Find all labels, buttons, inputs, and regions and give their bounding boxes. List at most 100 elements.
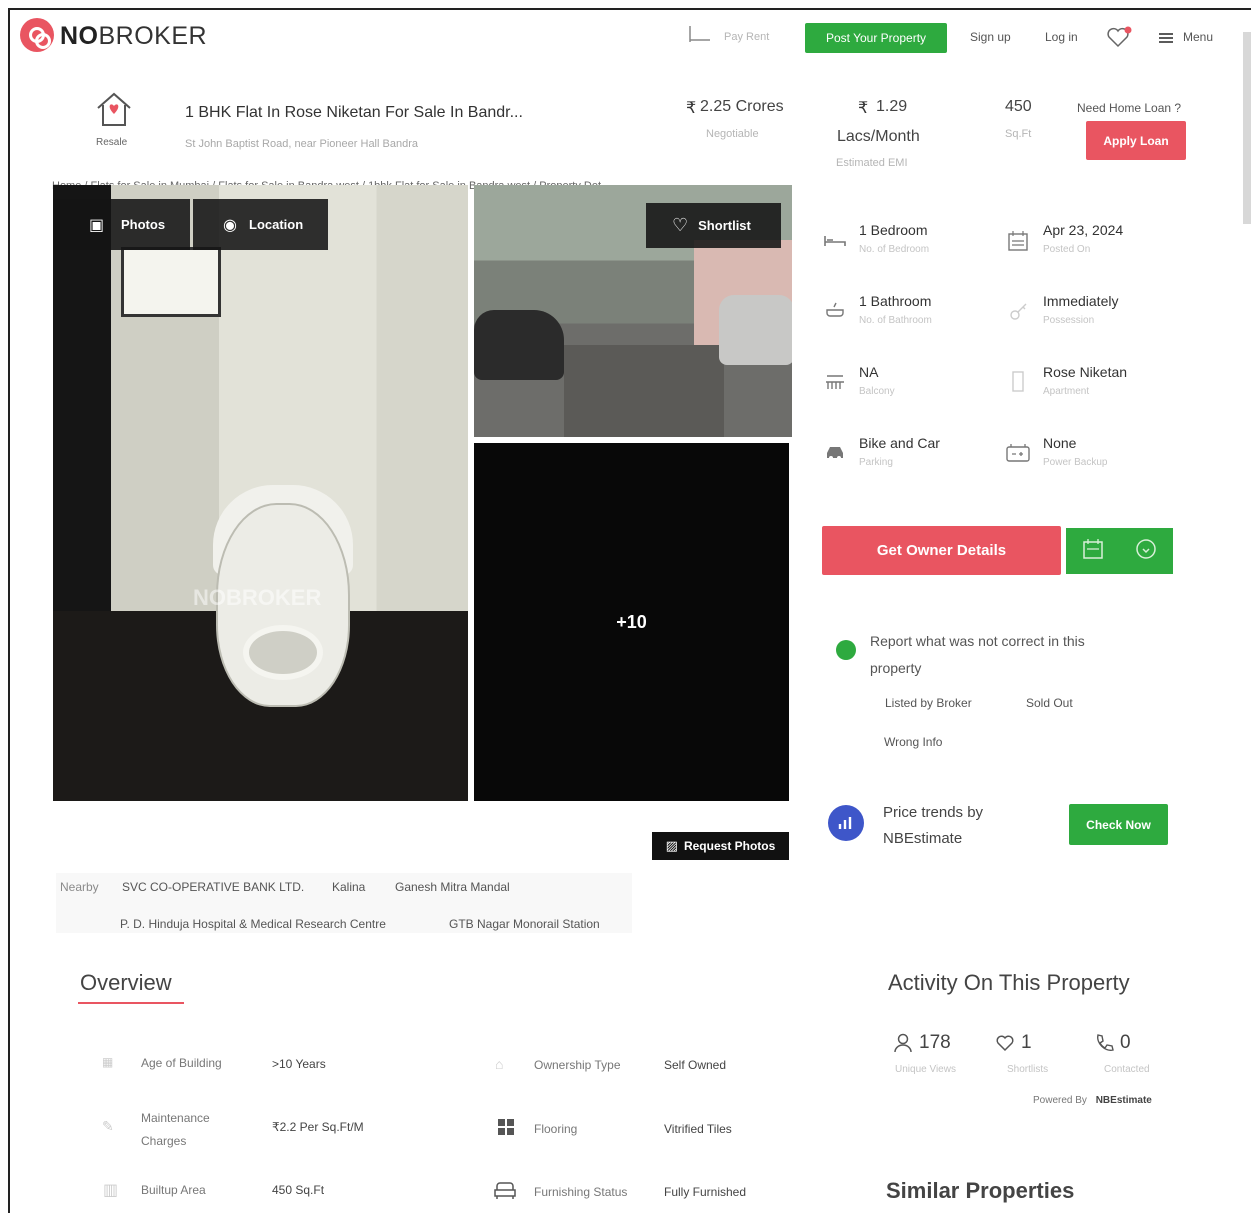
detail-apartment: Rose Niketan Apartment (1043, 364, 1127, 397)
photos-button[interactable]: ▣ Photos (53, 199, 190, 250)
price-trends-text: Price trends by NBEstimate (883, 800, 983, 852)
detail-balcony: NA Balcony (859, 364, 895, 397)
overview-underline (78, 1002, 184, 1004)
favorites-icon[interactable] (1106, 26, 1132, 48)
location-button-label: Location (249, 217, 304, 232)
contacted-count: 0 (1120, 1032, 1131, 1053)
overview-value: Vitrified Tiles (664, 1122, 732, 1136)
shortlists-label: Shortlists (1007, 1064, 1049, 1075)
price-trends-line2: NBEstimate (883, 830, 963, 847)
property-address: St John Baptist Road, near Pioneer Hall … (185, 138, 418, 150)
shortlists-count: 1 (1021, 1032, 1032, 1053)
photo-road (564, 345, 724, 437)
more-photos-tile[interactable]: +10 (474, 443, 789, 801)
powered-by: Powered By NBEstimate (1033, 1095, 1152, 1106)
apply-loan-button[interactable]: Apply Loan (1086, 121, 1186, 160)
nearby-place[interactable]: SVC CO-OPERATIVE BANK LTD. (122, 880, 304, 894)
overview-label: Maintenance Charges (141, 1111, 210, 1148)
overview-value: ₹2.2 Per Sq.Ft/M (272, 1120, 364, 1134)
detail-value: Bike and Car (859, 435, 940, 451)
overview-label: Age of Building (141, 1056, 222, 1070)
price-icon: ₹ (686, 100, 697, 117)
similar-properties-title: Similar Properties (886, 1178, 1075, 1203)
heart-icon: ♡ (672, 215, 689, 235)
emi-unit: Lacs/Month (837, 128, 920, 145)
unique-views-label: Unique Views (895, 1064, 956, 1075)
key-icon (1006, 300, 1030, 324)
battery-icon (1006, 441, 1030, 465)
get-owner-details-button[interactable]: Get Owner Details (822, 526, 1061, 575)
powered-by-brand: NBEstimate (1095, 1095, 1152, 1106)
nearby-place[interactable]: P. D. Hinduja Hospital & Medical Researc… (120, 917, 386, 931)
photo-window (121, 247, 221, 317)
detail-value: Immediately (1043, 293, 1119, 309)
detail-value: 1 Bathroom (859, 293, 932, 309)
shortlists-stat: 1 (995, 1032, 1032, 1054)
logo[interactable]: NOBROKER (60, 22, 207, 51)
page-title: 1 BHK Flat In Rose Niketan For Sale In B… (185, 104, 523, 121)
contacted-stat: 0 (1094, 1032, 1131, 1054)
shortlist-button-label: Shortlist (698, 218, 751, 233)
logo-icon[interactable] (20, 18, 54, 52)
chat-icon[interactable] (1135, 538, 1157, 565)
menu-icon[interactable] (1158, 31, 1174, 45)
check-now-button[interactable]: Check Now (1069, 804, 1168, 845)
menu-label[interactable]: Menu (1183, 30, 1213, 44)
price-trend-icon (828, 805, 864, 841)
log-in-link[interactable]: Log in (1045, 30, 1078, 44)
nearby-place[interactable]: Kalina (332, 880, 365, 894)
overview-label: Ownership Type (534, 1058, 621, 1072)
more-photos-count: +10 (616, 611, 647, 632)
building-age-icon: ▦ (102, 1055, 114, 1069)
overview-label: Builtup Area (141, 1183, 206, 1197)
location-button[interactable]: ◉ Location (193, 199, 328, 250)
sofa-icon (493, 1180, 517, 1205)
unique-views-count: 178 (919, 1032, 951, 1053)
detail-possession: Immediately Possession (1043, 293, 1118, 326)
emi-value: 1.29 (876, 98, 908, 115)
main-photo[interactable]: NOBROKER (53, 185, 468, 801)
activity-title: Activity On This Property (888, 970, 1130, 995)
detail-label: Apartment (1043, 386, 1090, 397)
calendar-visit-icon[interactable] (1082, 538, 1104, 565)
detail-label: No. of Bathroom (859, 315, 932, 326)
pay-rent-link[interactable]: Pay Rent (724, 31, 769, 43)
scrollbar[interactable] (1243, 32, 1251, 224)
report-option-sold-out[interactable]: Sold Out (1026, 696, 1073, 710)
detail-label: Parking (859, 457, 893, 468)
overview-value: Fully Furnished (664, 1185, 747, 1199)
compass-icon: ◉ (223, 216, 237, 234)
price-note: Negotiable (706, 128, 759, 140)
detail-label: No. of Bedroom (859, 244, 930, 255)
report-option-broker[interactable]: Listed by Broker (885, 696, 972, 710)
nearby-place[interactable]: GTB Nagar Monorail Station (449, 917, 600, 931)
request-photos-button[interactable]: ▨ Request Photos (652, 832, 789, 860)
image-icon: ▨ (665, 838, 678, 853)
overview-value: 450 Sq.Ft (272, 1183, 325, 1197)
camera-icon: ▣ (89, 216, 105, 234)
detail-value: 1 Bedroom (859, 222, 928, 238)
detail-value: NA (859, 364, 879, 380)
price-value: 2.25 Crores (700, 98, 784, 115)
pay-rent-icon[interactable] (688, 24, 712, 44)
overview-label: Furnishing Status (534, 1185, 628, 1199)
resale-house-icon (94, 90, 134, 130)
bathtub-icon (823, 297, 847, 321)
shortlist-button[interactable]: ♡ Shortlist (646, 203, 781, 248)
overview-label: Flooring (534, 1122, 578, 1136)
detail-power-backup: None Power Backup (1043, 435, 1107, 468)
post-property-button[interactable]: Post Your Property (805, 23, 947, 53)
nearby-place[interactable]: Ganesh Mitra Mandal (395, 880, 510, 894)
photo-car-right (719, 295, 792, 365)
report-text[interactable]: Report what was not correct in this prop… (870, 628, 1130, 682)
detail-value: Rose Niketan (1043, 364, 1128, 380)
emi-rupee-icon: ₹ (858, 100, 869, 117)
sign-up-link[interactable]: Sign up (970, 30, 1011, 44)
detail-bedroom: 1 Bedroom No. of Bedroom (859, 222, 929, 255)
balcony-icon (823, 368, 847, 392)
photo-watermark: NOBROKER (193, 585, 322, 610)
report-option-wrong-info[interactable]: Wrong Info (884, 735, 942, 749)
phone-icon (1097, 1034, 1114, 1051)
detail-posted-on: Apr 23, 2024 Posted On (1043, 222, 1123, 255)
resale-badge: Resale (96, 137, 128, 148)
